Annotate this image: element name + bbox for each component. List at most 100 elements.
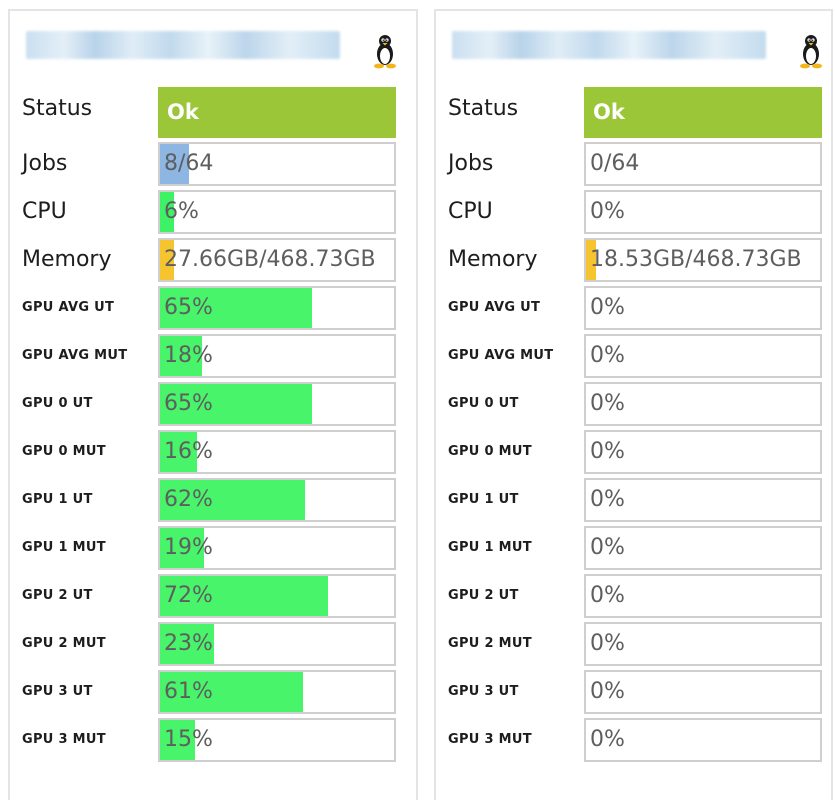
linux-tux-icon — [799, 33, 823, 69]
metric-row: Memory 18.53GB/468.73GB — [448, 238, 828, 282]
metric-value: 0% — [590, 391, 625, 416]
status-value: Ok — [593, 100, 625, 124]
metric-value: 18.53GB/468.73GB — [590, 247, 802, 272]
metric-value: 19% — [164, 535, 213, 560]
metric-value: 27.66GB/468.73GB — [164, 247, 376, 272]
metric-bar: 23% — [158, 622, 396, 666]
metric-bar: 65% — [158, 382, 396, 426]
metric-label: GPU 1 UT — [448, 492, 519, 507]
metric-label: GPU 2 MUT — [22, 636, 106, 651]
hostname-redacted — [26, 31, 340, 59]
metric-bar: 27.66GB/468.73GB — [158, 238, 396, 282]
metric-row: GPU AVG MUT 18% — [22, 334, 402, 378]
metric-bar: 15% — [158, 718, 396, 762]
metric-row: GPU AVG UT 65% — [22, 286, 402, 330]
metric-row: Jobs 0/64 — [448, 142, 828, 186]
metric-row: CPU 6% — [22, 190, 402, 234]
metric-row: CPU 0% — [448, 190, 828, 234]
metric-value: 72% — [164, 583, 213, 608]
metric-bar: 0/64 — [584, 142, 822, 186]
metric-value: 23% — [164, 631, 213, 656]
metric-bar: 16% — [158, 430, 396, 474]
metric-bar: 61% — [158, 670, 396, 714]
metric-label: CPU — [22, 199, 67, 224]
metric-value: 0% — [590, 199, 625, 224]
status-label: Status — [22, 96, 93, 121]
metric-label: GPU 0 UT — [448, 396, 519, 411]
metric-value: 0% — [590, 343, 625, 368]
metric-label: GPU AVG MUT — [22, 348, 128, 363]
metric-row: GPU 3 MUT 0% — [448, 718, 828, 762]
metric-label: GPU 3 UT — [448, 684, 519, 699]
metric-label: GPU 0 UT — [22, 396, 93, 411]
metric-row: GPU 3 UT 0% — [448, 670, 828, 714]
metric-row: GPU 3 MUT 15% — [22, 718, 402, 762]
metric-label: GPU 0 MUT — [22, 444, 106, 459]
metric-row: GPU AVG MUT 0% — [448, 334, 828, 378]
metric-label: Memory — [22, 247, 112, 272]
metric-label: GPU AVG UT — [448, 300, 541, 315]
metric-row: GPU 1 MUT 0% — [448, 526, 828, 570]
metric-value: 0% — [590, 679, 625, 704]
metric-value: 62% — [164, 487, 213, 512]
metric-bar: 0% — [584, 718, 822, 762]
metric-bar: 0% — [584, 286, 822, 330]
metric-row: GPU 1 MUT 19% — [22, 526, 402, 570]
metric-bar: 0% — [584, 190, 822, 234]
metric-value: 0% — [590, 439, 625, 464]
metric-row: GPU AVG UT 0% — [448, 286, 828, 330]
metric-label: GPU 1 UT — [22, 492, 93, 507]
metric-row: GPU 0 UT 0% — [448, 382, 828, 426]
status-badge: Ok — [584, 87, 822, 138]
metric-bar: 65% — [158, 286, 396, 330]
metric-row: GPU 0 MUT 16% — [22, 430, 402, 474]
metric-bar: 18% — [158, 334, 396, 378]
linux-tux-icon — [373, 33, 397, 69]
metric-label: GPU 3 MUT — [448, 732, 532, 747]
metric-row: GPU 0 UT 65% — [22, 382, 402, 426]
metric-value: 0% — [590, 487, 625, 512]
metric-bar: 0% — [584, 670, 822, 714]
metric-row: GPU 3 UT 61% — [22, 670, 402, 714]
metric-label: Memory — [448, 247, 538, 272]
metric-bar: 0% — [584, 574, 822, 618]
metric-label: GPU 2 UT — [22, 588, 93, 603]
hostname-redacted — [452, 31, 766, 59]
metric-label: GPU AVG MUT — [448, 348, 554, 363]
metric-bar: 0% — [584, 478, 822, 522]
metric-bar: 18.53GB/468.73GB — [584, 238, 822, 282]
metric-row: GPU 0 MUT 0% — [448, 430, 828, 474]
metric-value: 0/64 — [590, 151, 640, 176]
metric-row: GPU 2 UT 72% — [22, 574, 402, 618]
metric-bar: 72% — [158, 574, 396, 618]
metric-row: GPU 2 MUT 23% — [22, 622, 402, 666]
metric-label: Jobs — [448, 151, 494, 176]
metric-row: Memory 27.66GB/468.73GB — [22, 238, 402, 282]
metric-value: 0% — [590, 727, 625, 752]
metric-label: GPU 0 MUT — [448, 444, 532, 459]
metric-bar: 0% — [584, 382, 822, 426]
metric-bar: 0% — [584, 622, 822, 666]
metric-label: GPU 2 MUT — [448, 636, 532, 651]
status-value: Ok — [167, 100, 199, 124]
metric-value: 65% — [164, 295, 213, 320]
metric-value: 0% — [590, 631, 625, 656]
metric-bar: 8/64 — [158, 142, 396, 186]
metric-bar: 0% — [584, 334, 822, 378]
metric-bar: 0% — [584, 526, 822, 570]
status-badge: Ok — [158, 87, 396, 138]
metric-value: 8/64 — [164, 151, 214, 176]
metric-value: 16% — [164, 439, 213, 464]
metric-label: GPU AVG UT — [22, 300, 115, 315]
metric-value: 65% — [164, 391, 213, 416]
metric-row: GPU 1 UT 0% — [448, 478, 828, 522]
metric-value: 0% — [590, 295, 625, 320]
metric-bar: 62% — [158, 478, 396, 522]
metric-bar: 0% — [584, 430, 822, 474]
metric-label: GPU 3 MUT — [22, 732, 106, 747]
metric-row: GPU 2 MUT 0% — [448, 622, 828, 666]
metric-value: 6% — [164, 199, 199, 224]
metric-bar: 19% — [158, 526, 396, 570]
metric-value: 15% — [164, 727, 213, 752]
metric-bar: 6% — [158, 190, 396, 234]
